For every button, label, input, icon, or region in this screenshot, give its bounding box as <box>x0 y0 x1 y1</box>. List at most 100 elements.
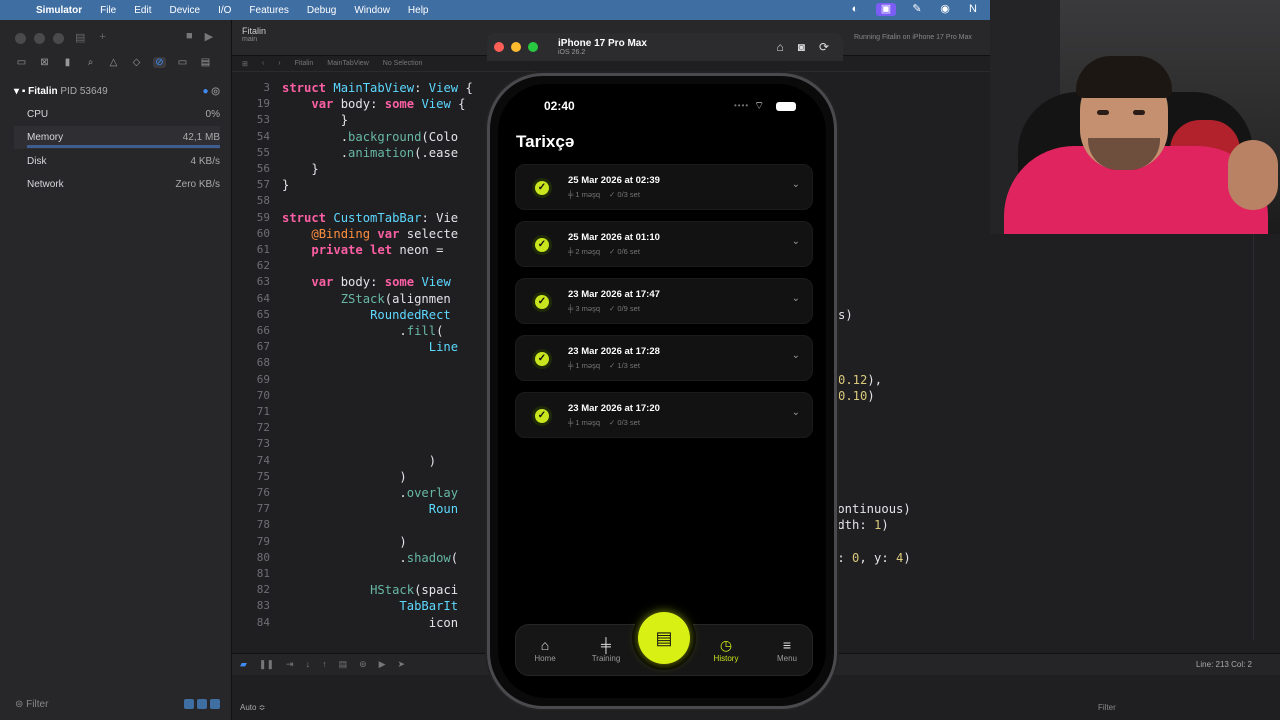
bookmark-icon[interactable]: ▮ <box>61 57 74 68</box>
chevron-down-icon[interactable]: ⌄ <box>792 236 800 247</box>
menu-edit[interactable]: Edit <box>134 5 151 16</box>
menu-device[interactable]: Device <box>169 5 200 16</box>
filter-input[interactable]: Filter <box>26 699 48 710</box>
person-hand <box>1228 140 1278 210</box>
add-icon[interactable]: + <box>99 31 105 44</box>
zoom-window-icon[interactable] <box>528 42 538 52</box>
tab-menu[interactable]: ≡ Menu <box>762 637 812 663</box>
step-over-icon[interactable]: ⇥ <box>286 659 294 670</box>
tab-home[interactable]: ⌂ Home <box>520 637 570 663</box>
filter-option-icon[interactable] <box>210 699 220 709</box>
rotate-icon[interactable]: ⟳ <box>819 40 829 54</box>
code-token: { <box>458 81 473 95</box>
session-date: 23 Mar 2026 at 17:20 <box>568 403 660 414</box>
find-icon[interactable]: ⌕ <box>84 57 97 68</box>
filter-option-icon[interactable] <box>184 699 194 709</box>
process-row[interactable]: ▾ ▪ Fitalin PID 53649 ● ◎ <box>14 80 220 103</box>
stop-icon[interactable]: ■ <box>186 30 193 43</box>
tab-training[interactable]: ╪ Training <box>581 637 631 663</box>
chevron-down-icon[interactable]: ⌄ <box>792 407 800 418</box>
menu-file[interactable]: File <box>100 5 116 16</box>
close-window-icon[interactable] <box>494 42 504 52</box>
gauge-disk[interactable]: Disk 4 KB/s <box>14 150 220 173</box>
menu-lines-icon: ≡ <box>782 637 792 653</box>
status-active-icon[interactable]: ▣ <box>876 3 896 16</box>
environment-icon[interactable]: ▶ <box>379 659 386 670</box>
breakpoints-toggle-icon[interactable]: ▰ <box>240 659 247 670</box>
breadcrumb-file[interactable]: MainTabView <box>327 60 369 67</box>
navigator-filter[interactable]: ⊜ Filter <box>15 699 220 710</box>
set-count: ✓ 0/9 set <box>609 304 640 313</box>
gauge-cpu[interactable]: CPU 0% <box>14 103 220 126</box>
menu-debug[interactable]: Debug <box>307 5 336 16</box>
screenshot-icon[interactable]: ◙ <box>798 40 805 54</box>
history-card[interactable]: ✓ 23 Mar 2026 at 17:47 ╪ 3 məşq ✓ 0/9 set ⌄ <box>515 278 813 324</box>
code-token: View <box>428 81 459 95</box>
gauge-label: Network <box>27 179 64 190</box>
location-icon[interactable]: ➤ <box>398 659 406 670</box>
chevron-down-icon[interactable]: ⌄ <box>792 293 800 304</box>
folder-icon[interactable]: ▭ <box>15 57 28 68</box>
source-control-icon[interactable]: ⊠ <box>38 57 51 68</box>
code-text: ) <box>282 535 406 549</box>
workout-count-text: 1 məşq <box>575 418 601 427</box>
minimize-window-icon[interactable] <box>34 33 45 44</box>
history-card[interactable]: ✓ 25 Mar 2026 at 01:10 ╪ 2 məşq ✓ 0/6 set ⌄ <box>515 221 813 267</box>
status-app-icon[interactable]: ◐ <box>848 3 862 16</box>
filter-option-icon[interactable] <box>197 699 207 709</box>
menu-io[interactable]: I/O <box>218 5 231 16</box>
code-token: some <box>384 97 422 112</box>
memory-graph-icon[interactable]: ⊛ <box>359 659 367 670</box>
close-window-icon[interactable] <box>15 33 26 44</box>
gauge-value: 0% <box>205 109 220 120</box>
history-card[interactable]: ✓ 23 Mar 2026 at 17:28 ╪ 1 məşq ✓ 1/3 set ⌄ <box>515 335 813 381</box>
back-icon[interactable]: ‹ <box>262 60 264 67</box>
grid-icon[interactable]: ⊞ <box>242 60 248 68</box>
run-icon[interactable]: ▶ <box>205 30 213 43</box>
status-pen-icon[interactable]: ✎ <box>910 3 924 16</box>
menu-help[interactable]: Help <box>408 5 429 16</box>
set-count: ✓ 0/6 set <box>609 247 640 256</box>
status-eye-icon[interactable]: ◉ <box>938 3 952 16</box>
chevron-down-icon[interactable]: ⌄ <box>792 179 800 190</box>
breadcrumb-project[interactable]: Fitalin <box>295 60 314 67</box>
test-icon[interactable]: ◇ <box>130 57 143 68</box>
menu-app[interactable]: Simulator <box>36 5 82 16</box>
history-card[interactable]: ✓ 23 Mar 2026 at 17:20 ╪ 1 məşq ✓ 0/3 set ⌄ <box>515 392 813 438</box>
code-token: neon = <box>399 243 451 257</box>
code-text: ) <box>282 470 406 484</box>
menu-features[interactable]: Features <box>249 5 288 16</box>
breadcrumb-symbol[interactable]: No Selection <box>383 60 423 67</box>
sidebar-toggle-icon[interactable]: ▤ <box>75 31 85 44</box>
menu-window[interactable]: Window <box>354 5 390 16</box>
forward-icon[interactable]: › <box>278 60 280 67</box>
line-number: 55 <box>256 145 270 159</box>
pause-icon[interactable]: ❚❚ <box>259 659 274 670</box>
step-out-icon[interactable]: ↑ <box>322 659 327 670</box>
breakpoint-icon[interactable]: ▭ <box>176 57 189 68</box>
signal-icon: •••• <box>734 101 750 110</box>
code-text: ZStack(alignmen <box>282 292 451 306</box>
issue-icon[interactable]: △ <box>107 57 120 68</box>
chevron-down-icon[interactable]: ⌄ <box>792 350 800 361</box>
view-hierarchy-icon[interactable]: ▤ <box>339 659 348 670</box>
status-notion-icon[interactable]: N <box>966 3 980 16</box>
console-filter-input[interactable]: Filter <box>1098 703 1116 712</box>
home-button-icon[interactable]: ⌂ <box>776 40 783 54</box>
scheme-selector[interactable]: Fitalin main <box>242 26 266 43</box>
zoom-window-icon[interactable] <box>53 33 64 44</box>
start-workout-button[interactable]: ▤ <box>638 612 690 664</box>
disclosure-icon[interactable]: ▾ <box>14 86 19 97</box>
console-scope-selector[interactable]: Auto ≎ <box>240 703 265 712</box>
tab-history[interactable]: ◷ History <box>701 637 751 663</box>
step-in-icon[interactable]: ↓ <box>306 659 311 670</box>
code-token: body: <box>340 97 385 112</box>
minimize-window-icon[interactable] <box>511 42 521 52</box>
code-token: . <box>282 145 349 160</box>
debug-navigator-icon[interactable]: ⊘ <box>153 57 166 68</box>
set-count: ✓ 0/3 set <box>609 418 640 427</box>
history-card[interactable]: ✓ 25 Mar 2026 at 02:39 ╪ 1 məşq ✓ 0/3 set ⌄ <box>515 164 813 210</box>
clipboard-icon: ▤ <box>655 628 673 648</box>
report-icon[interactable]: ▤ <box>199 57 212 68</box>
gauge-network[interactable]: Network Zero KB/s <box>14 173 220 196</box>
